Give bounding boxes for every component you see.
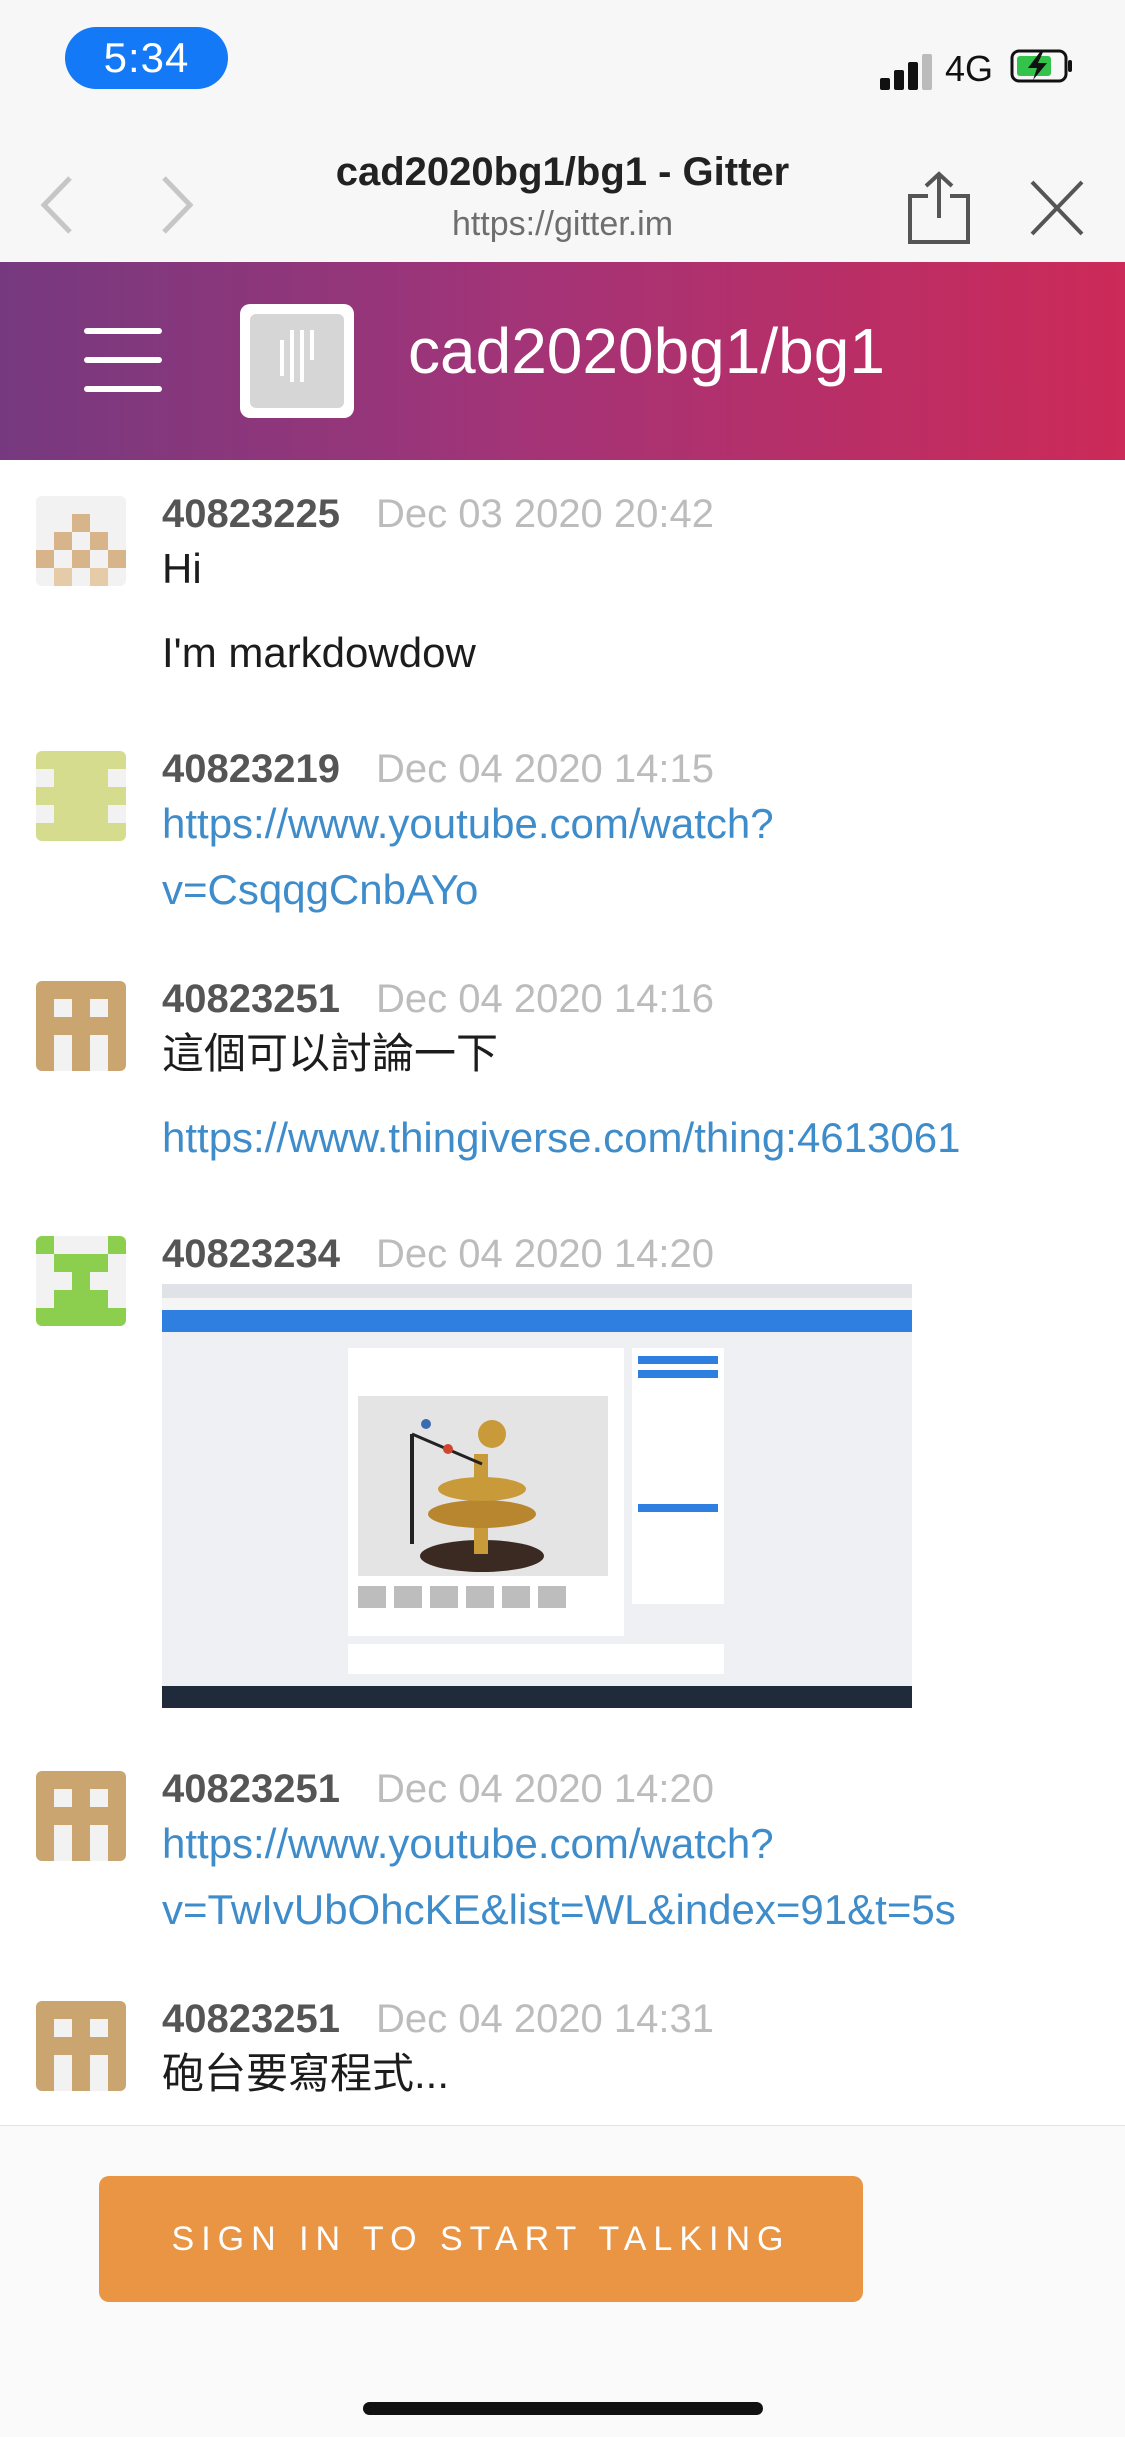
message-link[interactable]: https://www.youtube.com/watch? — [162, 791, 774, 857]
user-avatar[interactable] — [36, 1771, 126, 1861]
user-avatar[interactable] — [36, 2001, 126, 2091]
username[interactable]: 40823251 — [162, 1997, 340, 2041]
username[interactable]: 40823234 — [162, 1232, 340, 1276]
user-avatar[interactable] — [36, 1236, 126, 1326]
user-avatar[interactable] — [36, 496, 126, 586]
message-header: 40823225 Dec 03 2020 20:42 — [162, 488, 714, 540]
timestamp[interactable]: Dec 04 2020 14:16 — [376, 977, 714, 1021]
timestamp[interactable]: Dec 04 2020 14:15 — [376, 747, 714, 791]
room-header: cad2020bg1/bg1 — [0, 262, 1125, 460]
screenshot-thumbnail — [162, 1284, 912, 1708]
network-type: 4G — [945, 48, 994, 89]
status-time: 5:34 — [65, 27, 228, 89]
user-avatar[interactable] — [36, 751, 126, 841]
footer: SIGN IN TO START TALKING — [0, 2125, 1125, 2437]
timestamp[interactable]: Dec 04 2020 14:20 — [376, 1767, 714, 1811]
menu-icon[interactable] — [84, 328, 162, 392]
username[interactable]: 40823251 — [162, 1767, 340, 1811]
username[interactable]: 40823251 — [162, 977, 340, 1021]
gitter-logo-icon — [280, 330, 314, 382]
username[interactable]: 40823225 — [162, 492, 340, 536]
message-header: 40823219 Dec 04 2020 14:15 — [162, 743, 714, 795]
message-text: I'm markdowdow — [162, 629, 476, 676]
forward-arrow-icon[interactable] — [150, 172, 200, 238]
home-indicator[interactable] — [363, 2402, 763, 2415]
username[interactable]: 40823219 — [162, 747, 340, 791]
message-link[interactable]: https://www.youtube.com/watch? — [162, 1811, 774, 1877]
message-link[interactable]: v=TwIvUbOhcKE&list=WL&index=91&t=5s — [162, 1877, 956, 1943]
screenshot-image[interactable] — [162, 1284, 912, 1708]
message-text: Hi — [162, 545, 202, 592]
message-header: 40823251 Dec 04 2020 14:20 — [162, 1763, 714, 1815]
timestamp[interactable]: Dec 04 2020 14:31 — [376, 1997, 714, 2041]
message-header: 40823251 Dec 04 2020 14:16 — [162, 973, 714, 1025]
message-header: 40823234 Dec 04 2020 14:20 — [162, 1228, 714, 1280]
message-text: 砲台要寫程式... — [162, 2050, 450, 2097]
timestamp[interactable]: Dec 03 2020 20:42 — [376, 492, 714, 536]
user-avatar[interactable] — [36, 981, 126, 1071]
room-avatar — [240, 304, 354, 418]
message-link[interactable]: v=CsqqgCnbAYo — [162, 857, 478, 923]
message-link[interactable]: https://www.thingiverse.com/thing:461306… — [162, 1105, 960, 1171]
share-icon[interactable] — [906, 170, 972, 246]
message-header: 40823251 Dec 04 2020 14:31 — [162, 1993, 714, 2045]
status-bar: 5:34 4G — [0, 0, 1125, 130]
message-text: 這個可以討論一下 — [162, 1030, 499, 1077]
page-url[interactable]: https://gitter.im — [260, 205, 865, 244]
timestamp[interactable]: Dec 04 2020 14:20 — [376, 1232, 714, 1276]
message-list: 40823225 Dec 03 2020 20:42 Hi I'm markdow… — [0, 460, 1125, 2125]
room-name: cad2020bg1/bg1 — [408, 315, 885, 387]
browser-nav-bar: cad2020bg1/bg1 - Gitter https://gitter.i… — [0, 130, 1125, 263]
page-title: cad2020bg1/bg1 - Gitter — [335, 150, 790, 194]
battery-icon — [1010, 49, 1072, 83]
back-arrow-icon[interactable] — [34, 172, 84, 238]
sign-in-button[interactable]: SIGN IN TO START TALKING — [99, 2176, 863, 2302]
close-icon[interactable] — [1024, 170, 1090, 246]
signal-icon — [880, 50, 932, 90]
